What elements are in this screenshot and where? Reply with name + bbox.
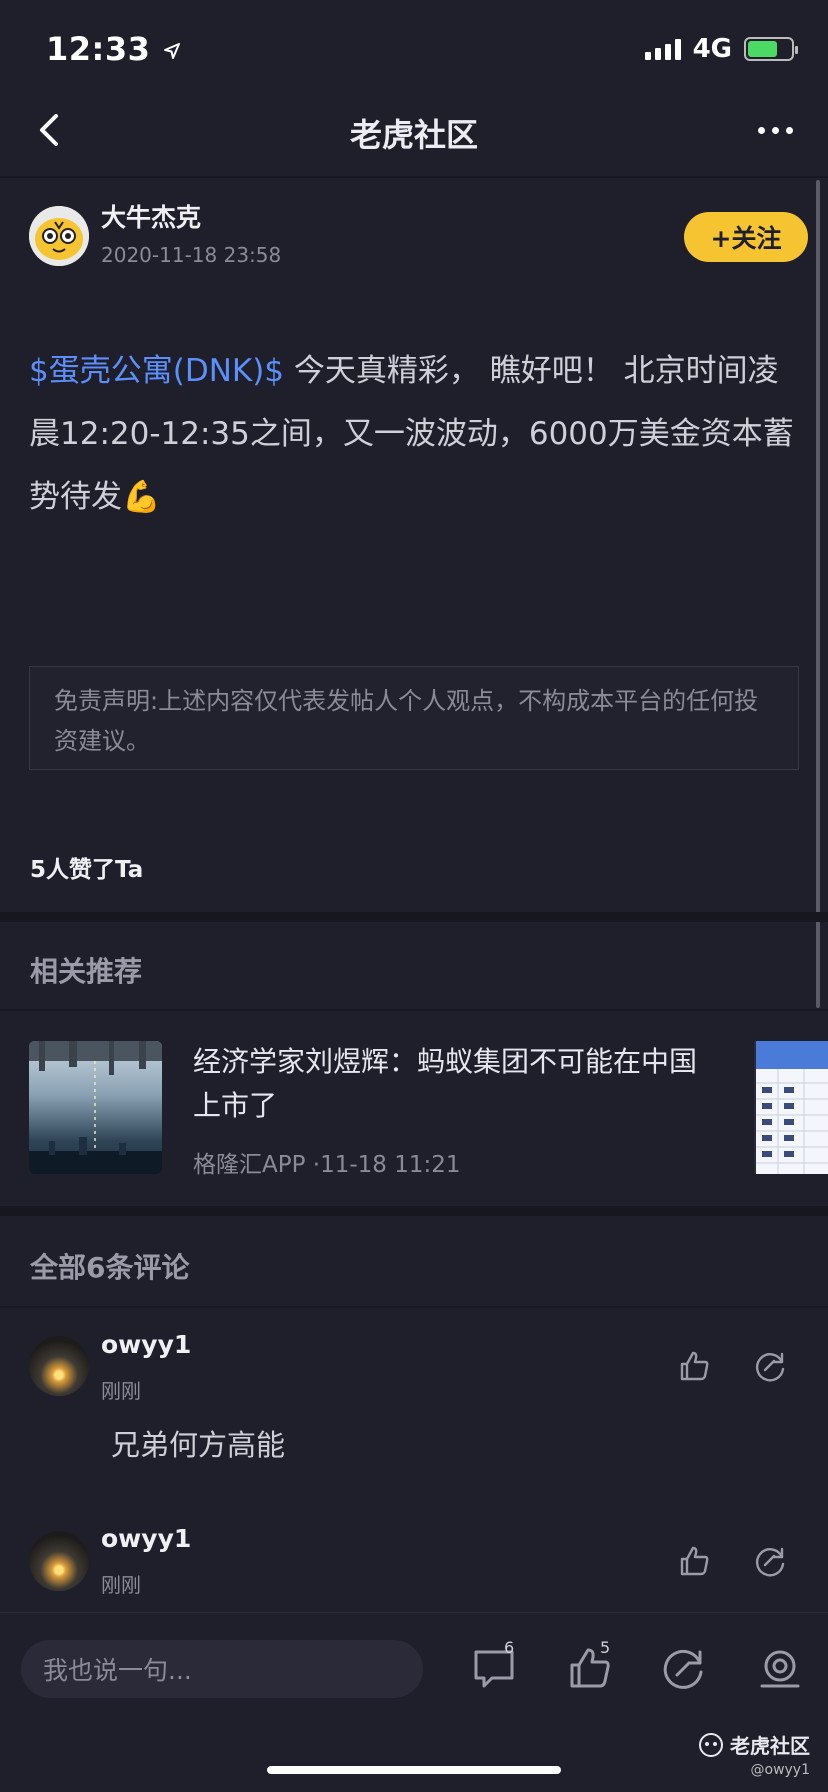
table-image [756, 1041, 828, 1174]
comment-count: 6 [504, 1638, 515, 1657]
comment-time: 刚刚 [101, 1573, 141, 1597]
watermark: 老虎社区 [698, 1730, 810, 1759]
flexed-biceps-emoji: 💪 [122, 479, 161, 515]
thumbs-up-icon[interactable] [676, 1348, 712, 1384]
signal-icon [644, 38, 681, 60]
like-count: 5 [600, 1638, 611, 1657]
status-indicators: 4G [644, 34, 798, 64]
author-avatar[interactable] [29, 206, 89, 266]
recommendation-source: 格隆汇APP [193, 1152, 306, 1178]
recommendation-thumbnail[interactable] [29, 1041, 162, 1174]
disclaimer-box: 免责声明:上述内容仅代表发帖人个人观点，不构成本平台的任何投资建议。 [29, 666, 799, 770]
commenter-name[interactable]: owyy1 [101, 1330, 191, 1359]
watermark-user: @owyy1 [750, 1762, 811, 1778]
recommendation-meta: 格隆汇APP ·11-18 11:21 [193, 1145, 461, 1179]
bottom-action-bar [0, 1612, 828, 1792]
post-content: $蛋壳公寓(DNK)$ 今天真精彩， 瞧好吧！ 北京时间凌晨12:20-12:3… [29, 340, 799, 529]
share-icon[interactable] [660, 1644, 708, 1692]
recommendation-title[interactable]: 经济学家刘煜辉：蚂蚁集团不可能在中国上市了 [193, 1040, 713, 1128]
post-timestamp: 2020-11-18 23:58 [101, 243, 282, 267]
comments-section-title: 全部6条评论 [30, 1251, 190, 1284]
tiger-logo-icon [699, 1732, 723, 1757]
comment-input[interactable]: 我也说一句... [21, 1640, 423, 1698]
next-recommendation-thumbnail[interactable] [754, 1041, 828, 1174]
home-indicator[interactable] [267, 1766, 561, 1774]
recommendation-time: ·11-18 11:21 [312, 1152, 461, 1178]
comment-text: 兄弟何方高能 [111, 1428, 286, 1462]
thumbs-up-icon[interactable] [676, 1543, 712, 1579]
scrollbar[interactable] [816, 180, 820, 1008]
location-arrow-icon [164, 43, 180, 59]
reply-icon[interactable] [752, 1348, 788, 1384]
collect-icon[interactable] [756, 1644, 804, 1692]
comment-time: 刚刚 [101, 1379, 141, 1403]
commenter-avatar[interactable] [29, 1336, 89, 1396]
related-section-title: 相关推荐 [30, 955, 143, 988]
reply-icon[interactable] [752, 1543, 788, 1579]
page-title: 老虎社区 [349, 116, 478, 154]
nav-divider [0, 176, 828, 178]
author-name[interactable]: 大牛杰克 [101, 198, 201, 234]
follow-button[interactable]: +关注 [684, 212, 808, 262]
stock-ticker-link[interactable]: $蛋壳公寓(DNK)$ [29, 353, 284, 389]
disclaimer-text: 免责声明:上述内容仅代表发帖人个人观点，不构成本平台的任何投资建议。 [54, 687, 759, 755]
more-options-icon[interactable] [758, 120, 798, 140]
related-divider [0, 1009, 828, 1011]
tiger-icon [29, 206, 89, 266]
city-image [29, 1041, 162, 1174]
commenter-avatar[interactable] [29, 1531, 89, 1591]
section-divider [0, 912, 828, 922]
comments-divider [0, 1306, 828, 1308]
comment-input-placeholder: 我也说一句... [43, 1656, 192, 1685]
watermark-brand: 老虎社区 [730, 1734, 810, 1758]
status-time: 12:33 [46, 30, 182, 68]
commenter-name[interactable]: owyy1 [101, 1524, 191, 1553]
battery-icon [744, 37, 798, 61]
section-divider [0, 1206, 828, 1216]
network-label: 4G [692, 34, 732, 64]
likes-summary[interactable]: 5人赞了Ta [30, 850, 143, 884]
